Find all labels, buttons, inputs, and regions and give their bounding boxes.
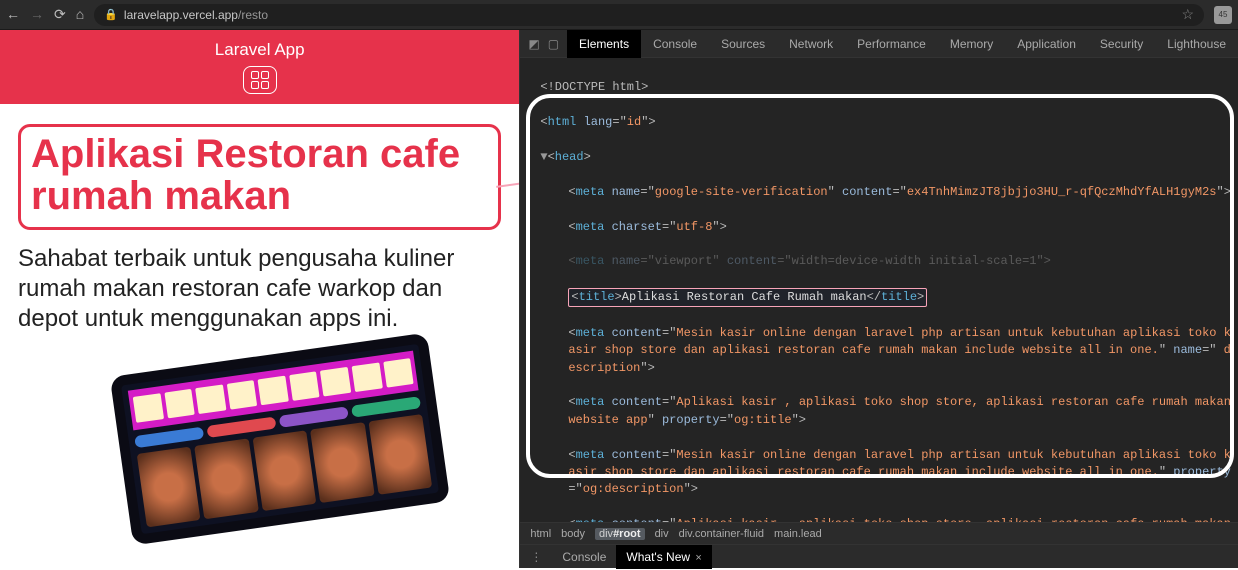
page-headline: Aplikasi Restoran cafe rumah makan	[31, 133, 488, 217]
tab-sources[interactable]: Sources	[709, 30, 777, 58]
tab-security[interactable]: Security	[1088, 30, 1155, 58]
inspect-icon[interactable]: ◩	[528, 37, 539, 51]
address-bar[interactable]: 🔒 laravelapp.vercel.app/resto ☆	[94, 4, 1204, 26]
tab-network[interactable]: Network	[777, 30, 845, 58]
highlighted-title-tag: <title>Aplikasi Restoran Cafe Rumah maka…	[568, 288, 927, 307]
drawer-menu-icon[interactable]: ⋮	[520, 550, 552, 564]
tab-memory[interactable]: Memory	[938, 30, 1005, 58]
headline-callout: Aplikasi Restoran cafe rumah makan	[18, 124, 501, 230]
browser-toolbar: ← → ⟳ ⌂ 🔒 laravelapp.vercel.app/resto ☆ …	[0, 0, 1238, 30]
lock-icon: 🔒	[104, 8, 118, 21]
dom-breadcrumb[interactable]: html body div#root div div.container-flu…	[520, 522, 1238, 544]
close-icon[interactable]: ×	[695, 552, 701, 564]
tablet-illustration	[110, 333, 451, 546]
devtools-drawer: ⋮ Console What's New ×	[520, 544, 1238, 568]
hero-banner: Laravel App	[0, 30, 519, 104]
drawer-tab-console[interactable]: Console	[552, 545, 616, 569]
nav-buttons: ← → ⟳ ⌂	[6, 6, 84, 23]
back-button[interactable]: ←	[6, 6, 20, 23]
tab-application[interactable]: Application	[1005, 30, 1088, 58]
drawer-tab-whatsnew[interactable]: What's New ×	[616, 545, 711, 569]
forward-button[interactable]: →	[30, 6, 44, 23]
brand-title: Laravel App	[0, 40, 519, 60]
devtools-pane: ◩ ▢ Elements Console Sources Network Per…	[519, 30, 1238, 568]
bookmark-icon[interactable]: ☆	[1181, 6, 1194, 23]
extension-badge[interactable]: 45	[1214, 6, 1232, 24]
webpage-pane: Laravel App Aplikasi Restoran cafe rumah…	[0, 30, 519, 568]
device-icon[interactable]: ▢	[548, 37, 559, 51]
menu-grid-icon[interactable]	[243, 66, 277, 94]
tab-lighthouse[interactable]: Lighthouse	[1155, 30, 1238, 58]
tab-performance[interactable]: Performance	[845, 30, 938, 58]
devtools-header: ◩ ▢ Elements Console Sources Network Per…	[520, 30, 1238, 58]
tab-elements[interactable]: Elements	[567, 30, 641, 58]
home-button[interactable]: ⌂	[76, 6, 84, 23]
url-host: laravelapp.vercel.app/resto	[124, 8, 268, 22]
tab-console[interactable]: Console	[641, 30, 709, 58]
devtools-tabs: Elements Console Sources Network Perform…	[567, 30, 1238, 58]
reload-button[interactable]: ⟳	[54, 6, 66, 23]
elements-panel[interactable]: <!DOCTYPE html> <html lang="id"> ▼<head>…	[520, 58, 1238, 522]
page-subtitle: Sahabat terbaik untuk pengusaha kuliner …	[18, 244, 501, 334]
